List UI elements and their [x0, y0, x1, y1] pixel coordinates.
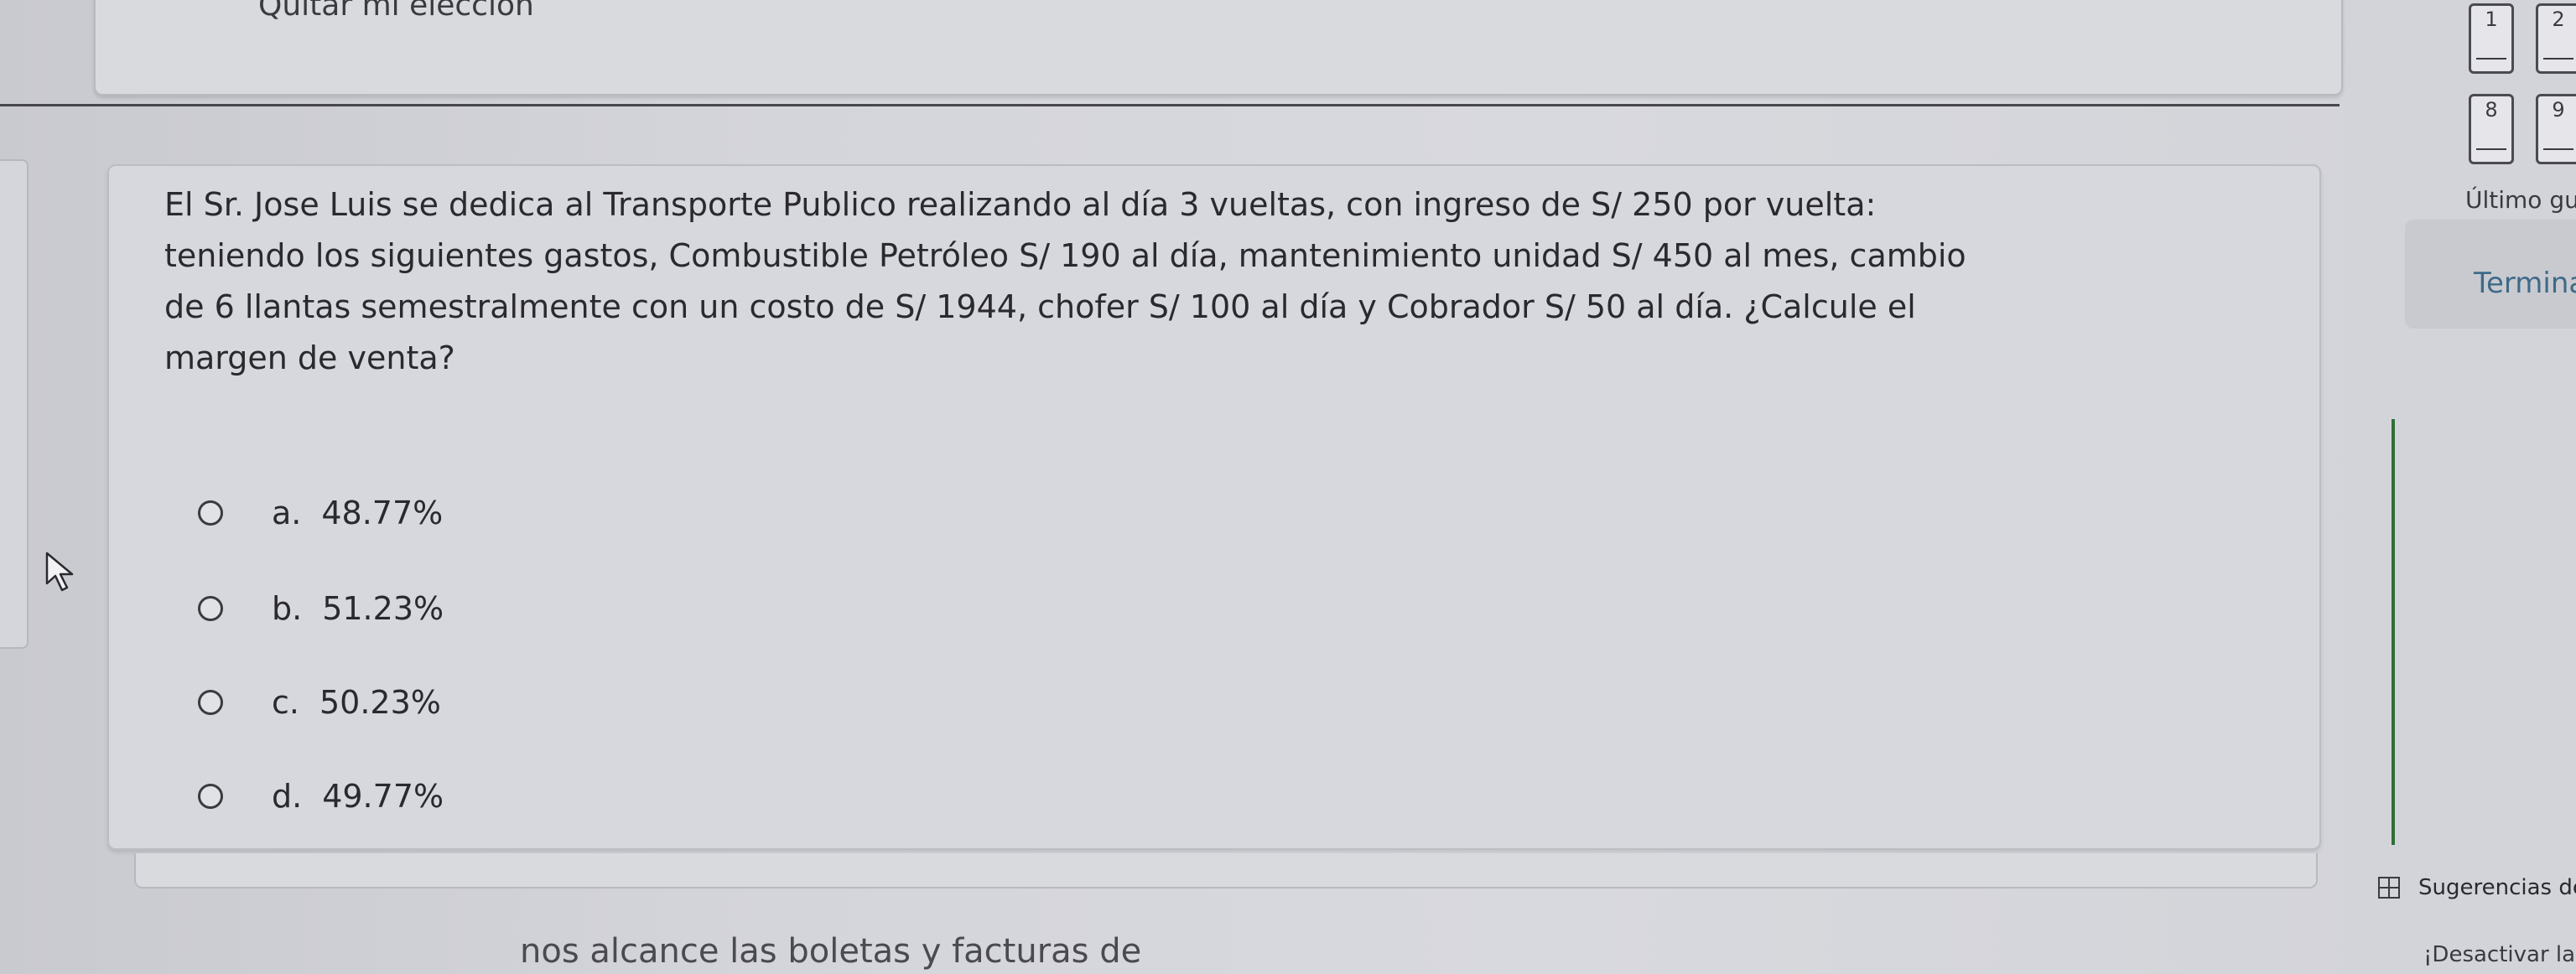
left-info-panel	[0, 159, 29, 649]
nav-question-2[interactable]: 2	[2536, 3, 2576, 74]
divider-line	[0, 104, 2340, 106]
nav-number: 1	[2485, 8, 2498, 31]
question-line: El Sr. Jose Luis se dedica al Transporte…	[164, 186, 1877, 223]
question-text: El Sr. Jose Luis se dedica al Transporte…	[164, 179, 2311, 384]
option-letter: d.	[272, 778, 303, 815]
nav-question-1[interactable]: 1	[2469, 3, 2514, 74]
option-a[interactable]: a. 48.77%	[198, 495, 443, 531]
answered-mark	[2476, 58, 2506, 60]
option-b[interactable]: b. 51.23%	[198, 590, 444, 627]
grid-icon	[2378, 877, 2400, 899]
next-question-card	[134, 853, 2318, 889]
last-saved-status: Último gu	[2465, 186, 2576, 214]
radio-button-b[interactable]	[198, 596, 223, 621]
mouse-cursor-icon	[45, 552, 74, 592]
answered-mark	[2543, 58, 2573, 60]
option-c[interactable]: c. 50.23%	[198, 684, 441, 721]
nav-question-9[interactable]: 9	[2536, 94, 2576, 164]
question-line: de 6 llantas semestralmente con un costo…	[164, 288, 1916, 325]
nav-number: 9	[2552, 98, 2565, 122]
option-value: 50.23%	[319, 684, 441, 721]
option-value: 51.23%	[322, 590, 444, 627]
option-value: 49.77%	[322, 778, 444, 815]
option-value: 48.77%	[321, 495, 444, 531]
answered-mark	[2543, 148, 2573, 150]
answered-mark	[2476, 148, 2506, 150]
question-line: teniendo los siguientes gastos, Combusti…	[164, 237, 1966, 274]
remove-choice-link[interactable]: Quitar mi elección	[258, 0, 534, 23]
question-line: margen de venta?	[164, 339, 455, 376]
nav-question-8[interactable]: 8	[2469, 94, 2514, 164]
nav-number: 2	[2552, 8, 2565, 31]
disable-notifications-link[interactable]: ¡Desactivar las notifica	[2423, 942, 2576, 967]
notifications-toggle[interactable]: Sugerencias de notif	[2378, 875, 2576, 900]
option-letter: c.	[272, 684, 299, 721]
finish-attempt-link[interactable]: Termina	[2474, 267, 2576, 300]
accent-line	[2392, 419, 2395, 845]
option-d[interactable]: d. 49.77%	[198, 778, 444, 815]
nav-number: 8	[2485, 98, 2498, 122]
radio-button-d[interactable]	[198, 784, 223, 809]
option-letter: b.	[272, 590, 303, 627]
option-letter: a.	[272, 495, 302, 531]
radio-button-a[interactable]	[198, 500, 223, 526]
notifications-label: Sugerencias de notif	[2418, 875, 2576, 900]
next-question-text: nos alcance las boletas y facturas de	[520, 932, 1142, 971]
radio-button-c[interactable]	[198, 690, 223, 715]
